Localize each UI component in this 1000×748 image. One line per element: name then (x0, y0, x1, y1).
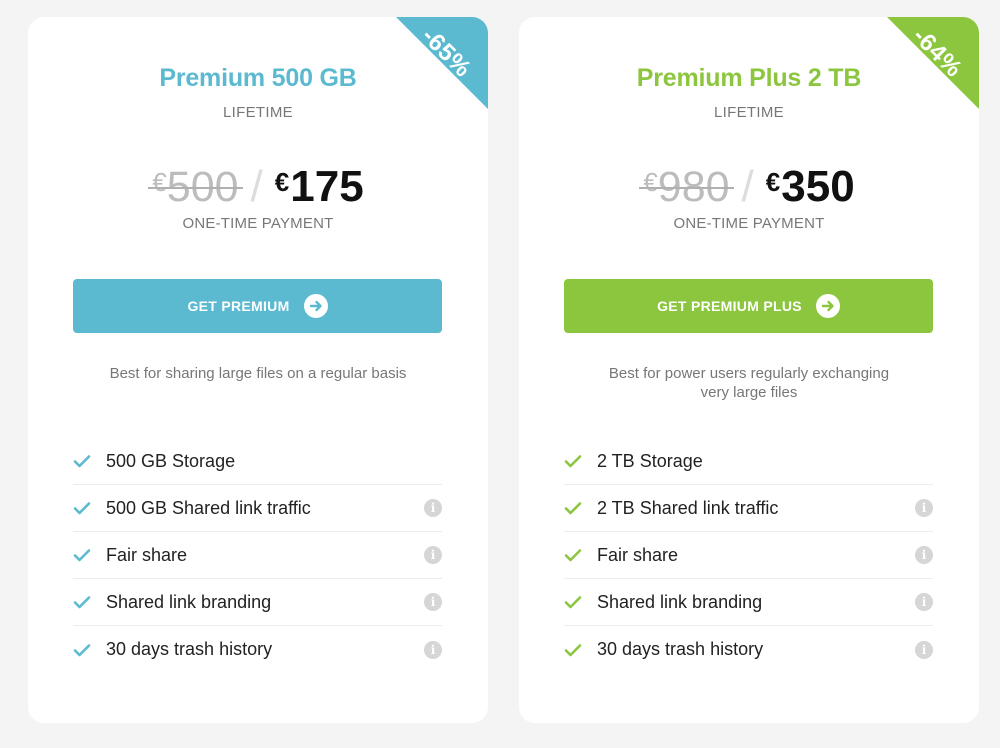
check-icon (73, 641, 91, 659)
plan-period: LIFETIME (714, 104, 784, 121)
feature-label: 30 days trash history (597, 639, 764, 659)
old-price: € 980 (639, 165, 734, 209)
feature-label: Fair share (106, 544, 188, 565)
feature-item: Fair share i (73, 532, 442, 579)
info-icon[interactable]: i (915, 593, 933, 611)
feature-item: Shared link branding i (73, 579, 442, 626)
new-price-currency: € (765, 167, 781, 197)
feature-item: 2 TB Storage (564, 438, 933, 485)
get-premium-button[interactable]: GET PREMIUM (73, 279, 442, 333)
check-icon (73, 593, 91, 611)
info-icon[interactable]: i (915, 546, 933, 564)
feature-item: 2 TB Shared link traffic i (564, 485, 933, 532)
feature-label: 500 GB Shared link traffic (106, 497, 311, 518)
check-icon (564, 499, 582, 517)
feature-label: 2 TB Shared link traffic (597, 497, 779, 518)
check-icon (564, 452, 582, 470)
strikethrough-line (148, 187, 243, 189)
payment-note: ONE-TIME PAYMENT (673, 215, 825, 232)
feature-item: 500 GB Storage (73, 438, 442, 485)
check-icon (73, 546, 91, 564)
feature-item: 30 days trash history i (564, 626, 933, 673)
feature-label: 2 TB Storage (597, 450, 703, 471)
plan-description: Best for sharing large files on a regula… (109, 365, 407, 382)
feature-list: 500 GB Storage 500 GB Shared link traffic… (73, 438, 442, 673)
info-icon[interactable]: i (424, 499, 442, 517)
feature-item: Fair share i (564, 532, 933, 579)
check-icon (564, 641, 582, 659)
feature-label: 30 days trash history (106, 639, 273, 659)
feature-label: 500 GB Storage (106, 450, 236, 471)
payment-note: ONE-TIME PAYMENT (182, 215, 334, 232)
new-price-currency: € (274, 167, 290, 197)
get-premium-plus-button[interactable]: GET PREMIUM PLUS (564, 279, 933, 333)
new-price: € 350 (766, 165, 855, 209)
new-price: € 175 (275, 165, 364, 209)
cta-label: GET PREMIUM (187, 298, 290, 314)
arrow-right-circle-icon (815, 294, 840, 318)
plan-title: Premium 500 GB (159, 64, 357, 92)
feature-label: Fair share (597, 544, 679, 565)
check-icon (73, 499, 91, 517)
price-separator: / (250, 162, 263, 211)
check-icon (73, 452, 91, 470)
info-icon[interactable]: i (915, 499, 933, 517)
old-price-currency: € (152, 167, 167, 197)
feature-label: Shared link branding (106, 591, 272, 612)
info-icon[interactable]: i (424, 546, 442, 564)
info-icon[interactable]: i (424, 593, 442, 611)
plan-period: LIFETIME (223, 104, 293, 121)
pricing-card-premium: -65% Premium 500 GB LIFETIME € 500 / € 1… (28, 17, 488, 723)
old-price: € 500 (148, 165, 243, 209)
pricing-card-premium-plus: -64% Premium Plus 2 TB LIFETIME € 980 / … (519, 17, 979, 723)
cta-label: GET PREMIUM PLUS (657, 298, 802, 314)
check-icon (564, 546, 582, 564)
feature-list: 2 TB Storage 2 TB Shared link traffic i Fai… (564, 438, 933, 673)
strikethrough-line (639, 187, 734, 189)
check-icon (564, 593, 582, 611)
feature-item: 30 days trash history i (73, 626, 442, 673)
price-row: € 500 / € 175 (28, 165, 488, 215)
feature-label: Shared link branding (597, 591, 763, 612)
price-separator: / (741, 162, 754, 211)
plan-title: Premium Plus 2 TB (636, 64, 862, 92)
new-price-amount: 175 (290, 162, 364, 211)
info-icon[interactable]: i (915, 640, 933, 659)
discount-ribbon: -65% (396, 17, 488, 109)
discount-ribbon: -64% (887, 17, 979, 109)
price-row: € 980 / € 350 (519, 165, 979, 215)
arrow-right-circle-icon (303, 294, 328, 318)
info-icon[interactable]: i (424, 640, 442, 659)
feature-item: 500 GB Shared link traffic i (73, 485, 442, 532)
plan-description: Best for power users regularly exchangin… (608, 365, 890, 401)
old-price-currency: € (643, 167, 658, 197)
feature-item: Shared link branding i (564, 579, 933, 626)
new-price-amount: 350 (781, 162, 855, 211)
